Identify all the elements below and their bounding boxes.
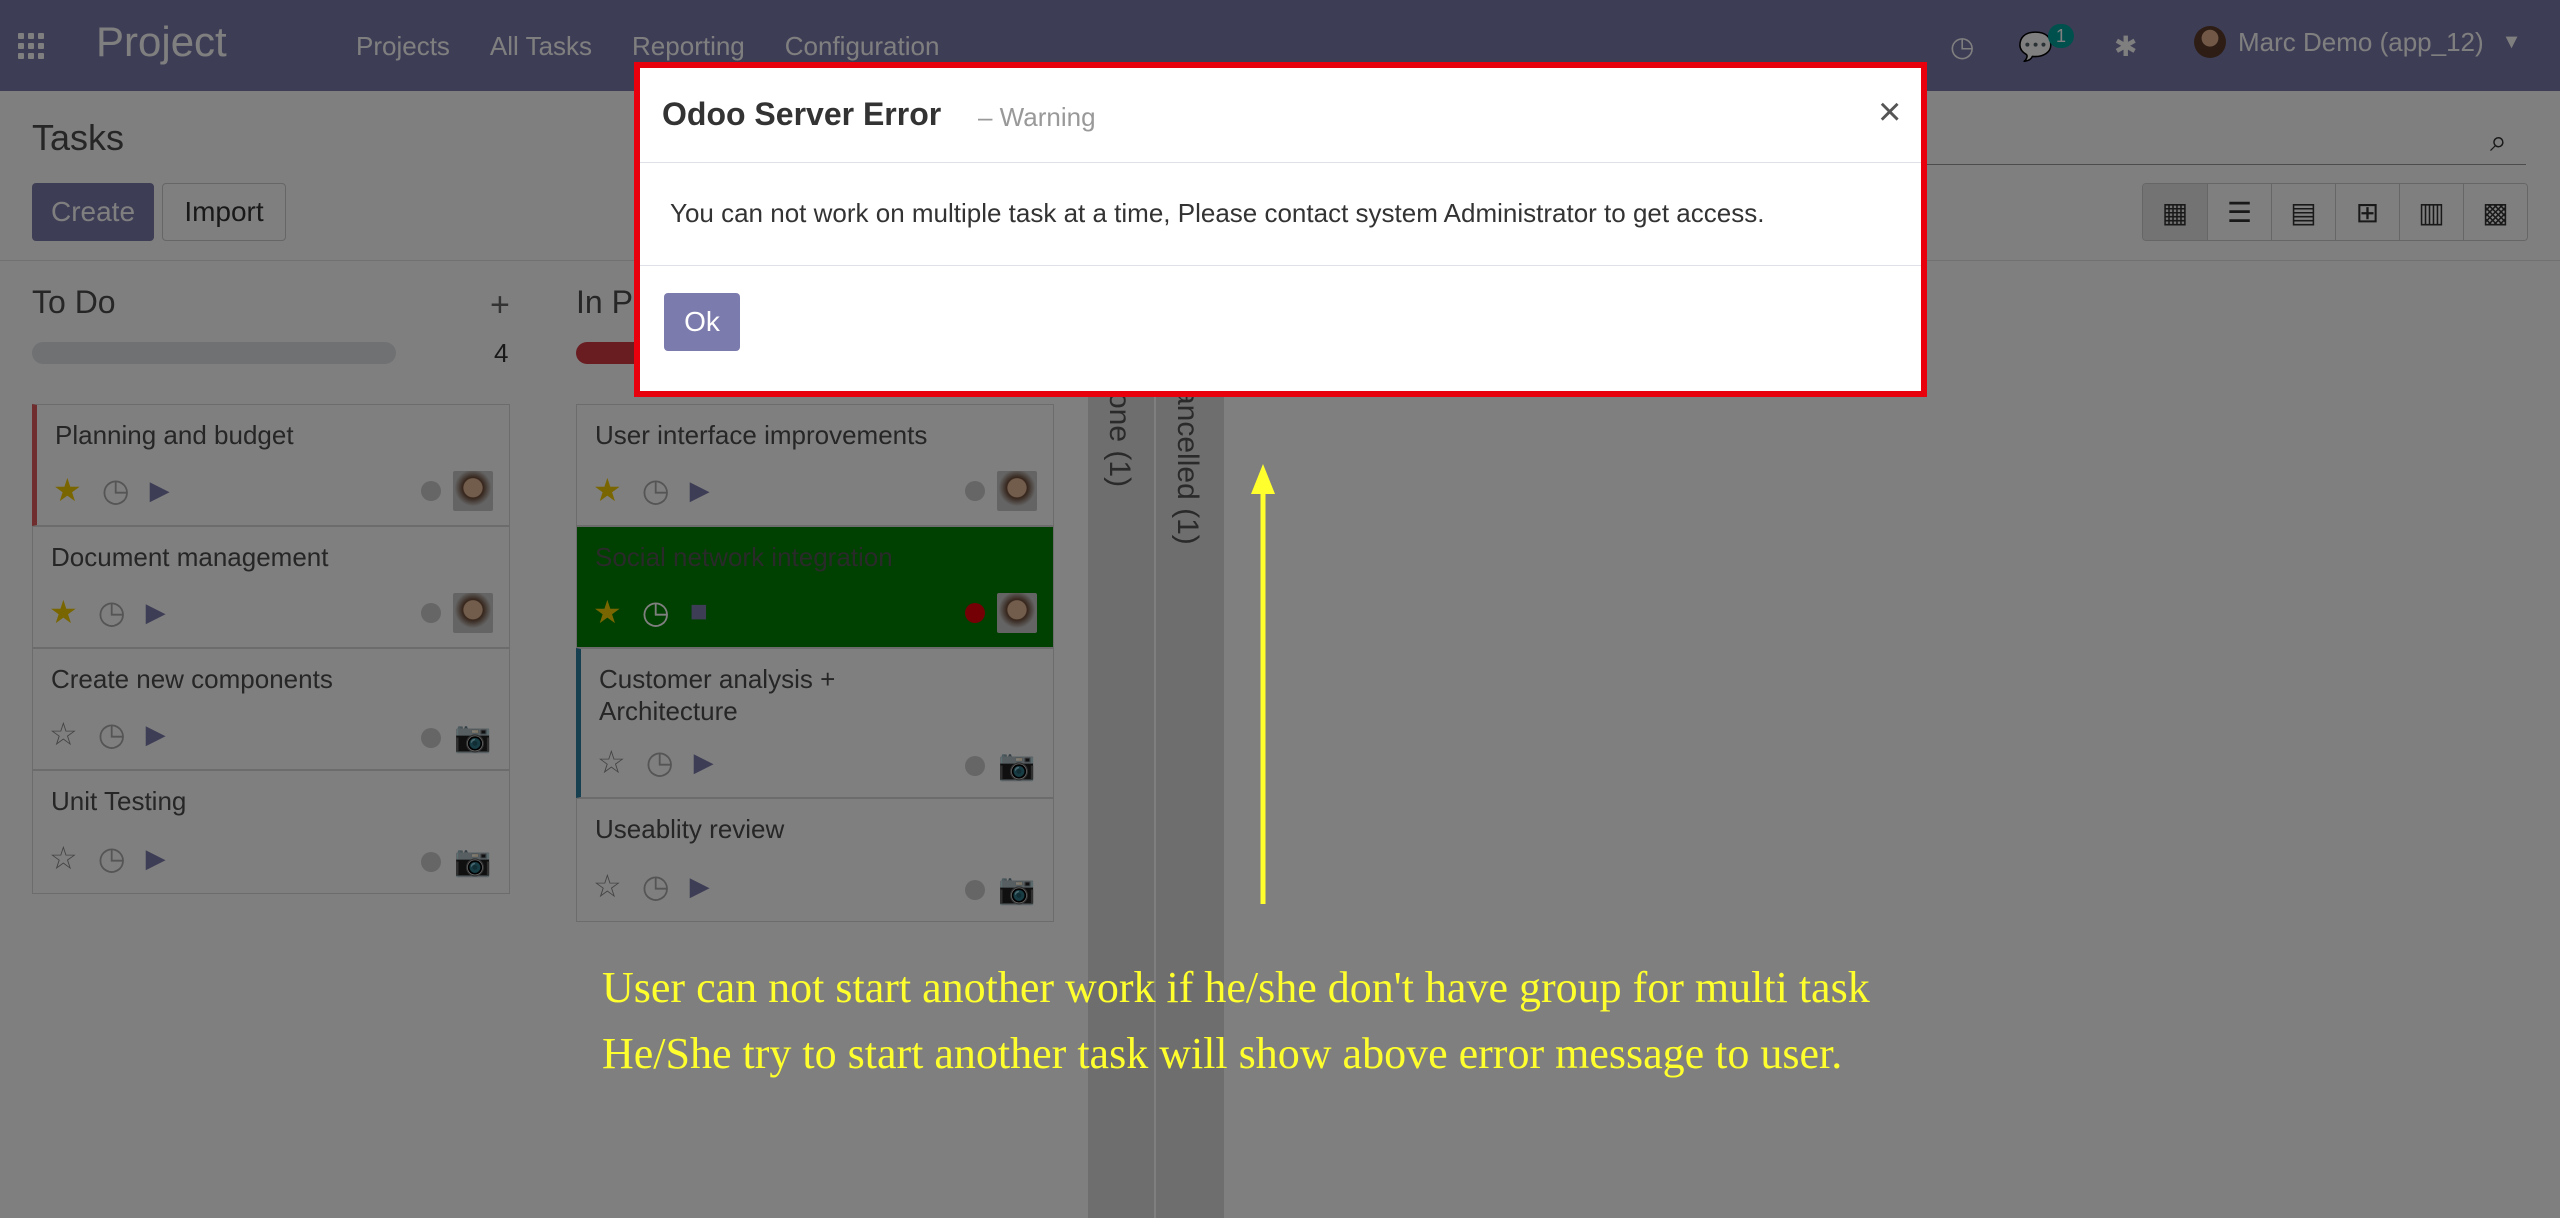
annotation-arrow bbox=[1251, 464, 1275, 904]
dialog-header: Odoo Server Error – Warning × bbox=[640, 68, 1921, 163]
close-icon[interactable]: × bbox=[1878, 90, 1901, 135]
dialog-title: Odoo Server Error bbox=[662, 96, 942, 132]
dialog-subtitle: – Warning bbox=[978, 102, 1096, 132]
dialog-message: You can not work on multiple task at a t… bbox=[670, 198, 1765, 228]
annotation-text-line-1: User can not start another work if he/sh… bbox=[602, 963, 1870, 1012]
annotation-text-line-2: He/She try to start another task will sh… bbox=[602, 1029, 1843, 1078]
error-dialog: Odoo Server Error – Warning × You can no… bbox=[634, 62, 1927, 397]
dialog-footer bbox=[640, 265, 1921, 266]
ok-button[interactable]: Ok bbox=[664, 293, 740, 351]
